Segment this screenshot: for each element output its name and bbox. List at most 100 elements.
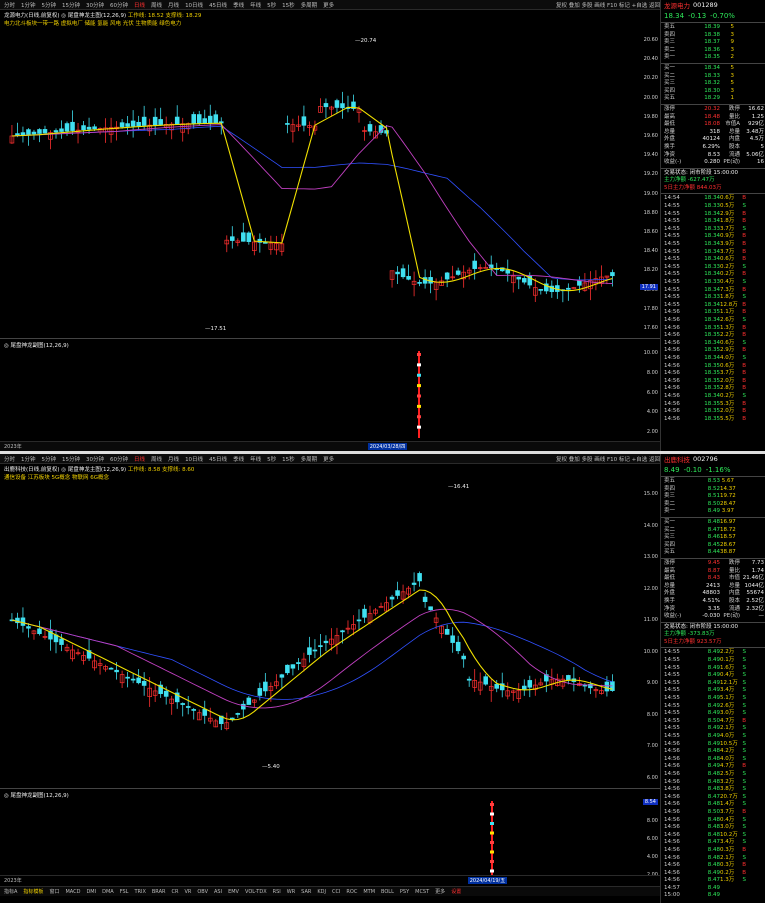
indicator-tab[interactable]: BRAR (152, 889, 166, 895)
tick-volume: 1.8万 (720, 294, 735, 301)
candle-body (296, 662, 301, 664)
indicator-tab[interactable]: VOL-TDX (245, 889, 267, 895)
period-tab[interactable]: 5分钟 (42, 455, 57, 463)
indicator-tab[interactable]: MACD (65, 889, 80, 895)
period-tab[interactable]: 5分钟 (42, 1, 57, 9)
tick-side: B (742, 271, 746, 278)
indicator-tab[interactable]: EMV (228, 889, 239, 895)
period-tab[interactable]: 月线 (168, 1, 179, 9)
indicator-tab[interactable]: WR (287, 889, 295, 895)
top-sub-indicator[interactable] (0, 339, 636, 442)
indicator-tab[interactable]: PSY (400, 889, 409, 895)
indicator-tab[interactable]: 指标模板 (23, 888, 43, 895)
period-tab[interactable]: 5秒 (267, 1, 276, 9)
bottom-kline-chart[interactable]: —16.41 —5.40 (0, 480, 636, 788)
row-price: 18.35 (704, 54, 720, 61)
stat-row: 外盘 48803 内盘 55674 (661, 590, 765, 598)
tick-row: 14:56 8.50 3.7万 B (661, 809, 765, 817)
candle-body (31, 131, 37, 135)
indicator-tab[interactable]: ROC (346, 889, 357, 895)
tick-time: 14:55 (664, 279, 680, 285)
row-label: 买三 (664, 80, 676, 87)
axis-tick-label: 6.00 (646, 836, 658, 842)
period-tab[interactable]: 1分钟 (21, 455, 36, 463)
bottom-sub-indicator[interactable] (0, 789, 636, 885)
candle-body (26, 129, 31, 135)
indicator-tab[interactable]: CR (171, 889, 178, 895)
period-tab[interactable]: 年线 (250, 1, 261, 9)
indicator-tab[interactable]: MTM (363, 889, 375, 895)
indicator-tab[interactable]: MCST (415, 889, 429, 895)
tick-row: 15:00 8.49 (661, 892, 765, 900)
period-tab[interactable]: 多周期 (301, 455, 318, 463)
period-tab[interactable]: 60分钟 (110, 455, 128, 463)
stat-value2: 4.5万 (749, 136, 764, 143)
tick-row: 14:56 18.34 4.0万 S (661, 355, 765, 363)
candle-body (318, 645, 323, 647)
period-tab[interactable]: 1分钟 (21, 1, 36, 9)
stat-value: 18.48 (704, 113, 720, 120)
period-tab[interactable]: 60分钟 (110, 1, 128, 9)
indicator-tab[interactable]: RSI (273, 889, 281, 895)
indicator-tab[interactable]: DMA (102, 889, 114, 895)
period-tab[interactable]: 季线 (233, 455, 244, 463)
period-tab[interactable]: 10日线 (185, 455, 203, 463)
period-tab[interactable]: 年线 (250, 455, 261, 463)
indicator-tab[interactable]: ASI (214, 889, 222, 895)
period-tab[interactable]: 更多 (323, 1, 334, 9)
bottom-price-axis: 15.00 14.00 13.00 12.00 11.00 10.00 9.00 8.00 7.… (636, 480, 660, 788)
period-tab[interactable]: 季线 (233, 1, 244, 9)
axis-tick-label: 20.00 (643, 94, 658, 101)
indicator-tab[interactable]: FSL (120, 889, 129, 895)
indicator-tab[interactable]: OBV (197, 889, 208, 895)
period-tab[interactable]: 分时 (4, 455, 15, 463)
indicator-tab[interactable]: BOLL (381, 889, 394, 895)
period-tab[interactable]: 45日线 (209, 1, 227, 9)
stat-row: 涨停 9.45 跌停 7.73 (661, 560, 765, 568)
indicator-tab[interactable]: CCI (332, 889, 340, 895)
period-tab[interactable]: 15分钟 (62, 1, 80, 9)
period-tab[interactable]: 周线 (151, 1, 162, 9)
period-tab[interactable]: 45日线 (209, 455, 227, 463)
indicator-tab[interactable]: VR (184, 889, 191, 895)
period-tab[interactable]: 月线 (168, 455, 179, 463)
period-tab[interactable]: 5秒 (267, 455, 276, 463)
tick-price: 18.33 (704, 279, 720, 285)
indicator-tab[interactable]: TRIX (134, 889, 145, 895)
order-book-row: 买四 18.30 3 (661, 88, 765, 96)
toolbar-right-actions[interactable]: 复权 叠加 多股 画线 F10 标记 +自选 返回 (556, 1, 660, 9)
period-tab[interactable]: 分时 (4, 1, 15, 9)
candle-body (180, 703, 185, 705)
period-tab[interactable]: 周线 (151, 455, 162, 463)
period-tab[interactable]: 更多 (323, 455, 334, 463)
tick-row: 14:57 8.49 (661, 885, 765, 893)
price-pct: -0.70% (710, 11, 735, 20)
period-tab[interactable]: 15秒 (282, 455, 295, 463)
main-flow: 主力净额 -627.47万 (664, 177, 715, 184)
candle-body (455, 641, 461, 652)
indicator-tab[interactable]: DMI (86, 889, 96, 895)
period-tab[interactable]: 多周期 (301, 1, 318, 9)
indicator-tab[interactable]: 窗口 (49, 888, 59, 895)
period-tab[interactable]: 30分钟 (86, 455, 104, 463)
indicator-tab[interactable]: 指标A (4, 888, 17, 895)
indicator-tab[interactable]: 更多 (435, 888, 445, 895)
tick-row: 14:56 8.48 2.1万 S (661, 855, 765, 863)
indicator-tab[interactable]: 设置 (451, 888, 461, 895)
toolbar-right-actions[interactable]: 复权 叠加 多股 画线 F10 标记 +自选 返回 (556, 455, 660, 463)
top-kline-chart[interactable]: —20.74 —17.51 (0, 26, 636, 338)
period-tab[interactable]: 15秒 (282, 1, 295, 9)
tick-price: 18.35 (704, 377, 720, 384)
candle-body (20, 617, 26, 626)
period-tab[interactable]: 日线 (134, 1, 145, 9)
period-tab[interactable]: 10日线 (185, 1, 203, 9)
indicator-tab[interactable]: SAR (301, 889, 311, 895)
period-tab[interactable]: 日线 (134, 455, 145, 463)
period-tab[interactable]: 15分钟 (62, 455, 80, 463)
candle-body (461, 655, 466, 660)
stat-label2: 流通 (728, 151, 740, 158)
period-tab[interactable]: 30分钟 (86, 1, 104, 9)
candle-body (577, 280, 582, 286)
indicator-tab[interactable]: KDJ (317, 889, 326, 895)
tick-side: S (742, 225, 747, 232)
